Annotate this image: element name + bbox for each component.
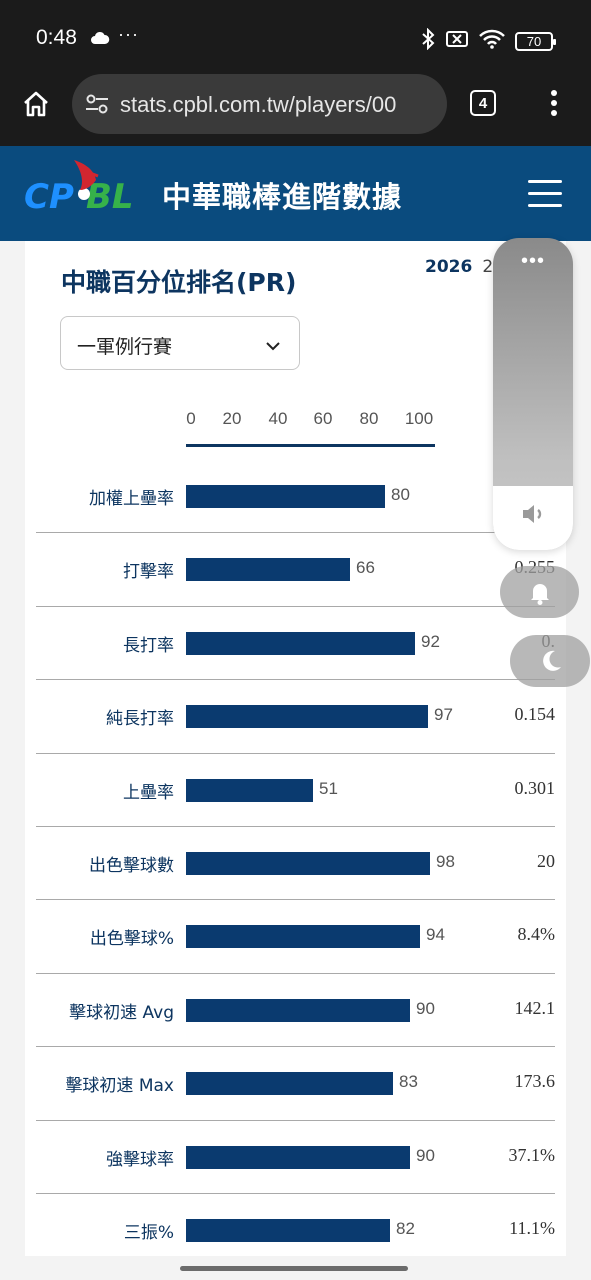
pr-value-label: 82: [396, 1218, 415, 1238]
pr-value-label: 80: [391, 485, 410, 504]
bluetooth-icon: [421, 27, 435, 54]
pr-row-label: 出色擊球數: [89, 855, 174, 876]
pr-bar: [186, 1072, 393, 1096]
volume-panel[interactable]: •••: [493, 238, 573, 550]
panel-more-icon[interactable]: •••: [493, 250, 573, 273]
pr-row: 三振% 82 11.1%: [36, 1194, 555, 1256]
pr-bar: [186, 778, 313, 802]
axis-tick: 100: [404, 409, 434, 428]
site-title: 中華職棒進階數據: [162, 180, 403, 214]
pr-bar: [186, 1145, 410, 1169]
stat-value: 0.301: [514, 777, 556, 798]
axis-tick: 0: [186, 409, 196, 428]
pr-row-label: 加權上壘率: [89, 489, 174, 509]
address-bar[interactable]: stats.cpbl.com.tw/players/00: [72, 74, 447, 134]
pr-row: 打擊率660.255: [36, 533, 555, 607]
pr-bar: [186, 851, 430, 875]
pr-bar: [186, 631, 415, 655]
browser-toolbar: stats.cpbl.com.tw/players/00 4: [0, 72, 591, 146]
cpbl-logo[interactable]: CP BL: [24, 156, 148, 228]
pr-value-label: 51: [319, 778, 338, 798]
pr-row: 擊球初速 Max 83 173.6: [36, 1047, 556, 1121]
axis-tick: 40: [268, 409, 288, 428]
status-overflow: ···: [118, 24, 139, 44]
axis-line: [186, 444, 435, 447]
stat-value: 37.1%: [508, 1144, 556, 1165]
stat-value: 142.1: [514, 997, 556, 1018]
dropdown-selected: 一軍例行賽: [77, 336, 173, 358]
pr-value-label: 97: [434, 705, 453, 725]
volume-icon: [523, 505, 542, 523]
pr-row: 純長打率 97 0.154: [36, 680, 556, 754]
pr-row: 強擊球率 90 37.1%: [36, 1121, 555, 1194]
pr-row-label: 擊球初速 Avg: [69, 1002, 174, 1023]
pr-value-label: 92: [421, 631, 440, 651]
no-sim-icon: [445, 29, 469, 53]
pr-row-label: 純長打率: [106, 709, 174, 730]
gesture-bar[interactable]: [180, 1266, 408, 1271]
pr-row-label: 擊球初速 Max: [65, 1076, 174, 1097]
axis-tick: 60: [313, 409, 333, 428]
stat-value: 8.4%: [517, 924, 556, 945]
moon-icon: [543, 650, 561, 671]
cloud-icon: [90, 30, 110, 49]
year-tab-2026[interactable]: 2026: [425, 257, 472, 277]
battery-icon: 70: [515, 31, 556, 51]
pr-value-label: 94: [426, 925, 445, 945]
pr-card: 中職百分位排名(PR) 2026 28 一軍例行賽 0 20 40 60 80 …: [25, 241, 566, 1256]
pr-bar: [186, 925, 420, 949]
pr-row: 上壘率 51 0.301: [36, 754, 555, 827]
tabs-icon[interactable]: 4: [470, 90, 496, 116]
pr-row-label: 上壘率: [123, 782, 174, 803]
pr-row-label: 出色擊球%: [89, 929, 174, 950]
stat-value: 20: [537, 850, 555, 871]
stat-value: 11.1%: [509, 1217, 555, 1238]
pr-row: 出色擊球數 98 20: [36, 827, 555, 901]
pr-row: 擊球初速 Avg 90 142.1: [36, 974, 556, 1048]
status-time: 0:48: [36, 26, 77, 49]
pr-bar: [186, 485, 385, 508]
more-vert-icon[interactable]: [544, 88, 564, 118]
pr-row-label: 長打率: [123, 635, 174, 656]
home-icon[interactable]: [20, 88, 52, 120]
pr-value-label: 90: [416, 998, 435, 1018]
stat-value: 0.154: [514, 704, 556, 725]
pr-row: 加權上壘率 80: [36, 460, 555, 534]
pr-value-label: 83: [399, 1072, 418, 1092]
hamburger-menu-icon[interactable]: [528, 180, 562, 208]
game-type-dropdown[interactable]: 一軍例行賽: [60, 316, 300, 370]
pr-value-label: 98: [436, 851, 455, 871]
pr-row-label: 強擊球率: [106, 1149, 174, 1170]
stat-value: 173.6: [514, 1071, 556, 1092]
pr-row: 長打率920.: [36, 607, 555, 681]
pr-row: 出色擊球% 94 8.4%: [36, 900, 556, 974]
pr-row-label: 三振%: [123, 1222, 174, 1243]
pr-bar: [186, 1218, 390, 1242]
chevron-down-icon: [265, 337, 281, 356]
site-settings-icon[interactable]: [84, 92, 110, 120]
pr-bar: [186, 705, 428, 729]
ring-mode-button[interactable]: [500, 566, 579, 618]
pr-axis: 0 20 40 60 80 100: [186, 409, 436, 449]
pr-row-label: 打擊率: [123, 562, 174, 583]
axis-tick: 80: [359, 409, 379, 428]
axis-tick: 20: [222, 409, 242, 428]
dnd-button[interactable]: [510, 635, 590, 687]
pr-value-label: 66: [356, 558, 375, 578]
pr-rows: 加權上壘率80打擊率660.255長打率920.純長打率970.154上壘率51…: [36, 460, 555, 1256]
status-bar: 0:48 ··· 70: [0, 0, 591, 72]
volume-button[interactable]: [493, 486, 573, 550]
svg-text:CP: CP: [24, 177, 74, 217]
pr-bar: [186, 998, 410, 1022]
pr-value-label: 90: [416, 1145, 435, 1165]
url-text[interactable]: stats.cpbl.com.tw/players/00: [120, 92, 438, 118]
pr-title: 中職百分位排名(PR): [61, 268, 297, 297]
bell-icon: [531, 584, 549, 605]
wifi-icon: [479, 29, 505, 53]
site-header: CP BL 中華職棒進階數據: [0, 146, 591, 241]
pr-bar: [186, 558, 350, 582]
